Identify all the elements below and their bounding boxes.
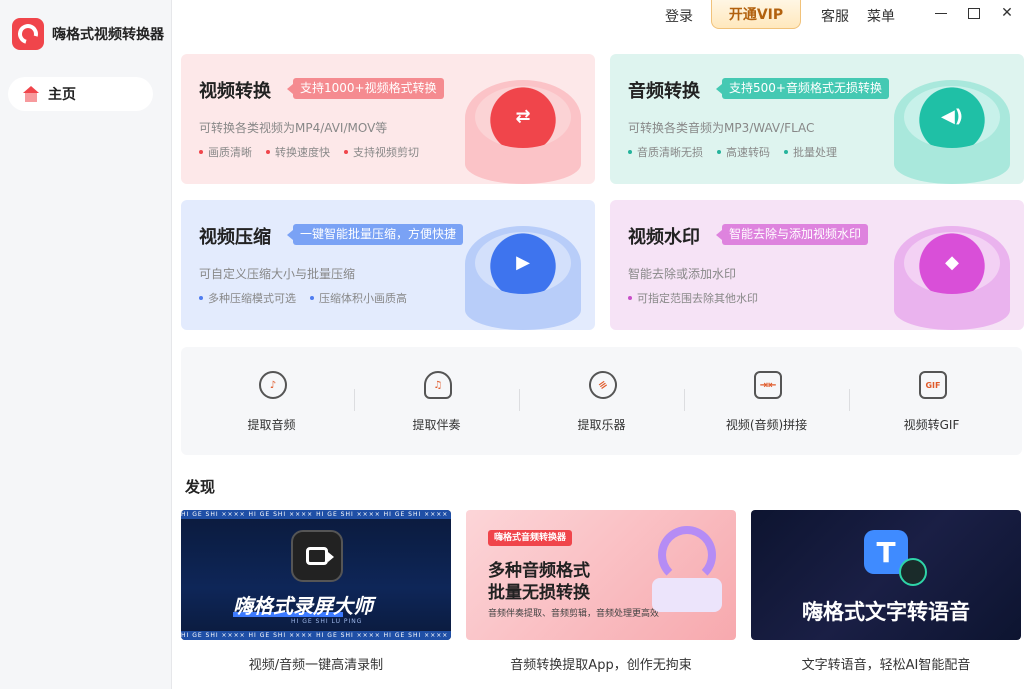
watermark-icon: ◆ xyxy=(894,226,1010,330)
tool-extract-audio[interactable]: ♪ 提取音频 xyxy=(189,347,354,455)
microphone-icon xyxy=(899,558,927,586)
promo-desc: 音频伴奏提取、音频剪辑，音频处理更高效 xyxy=(488,609,660,619)
card-desc: 智能去除或添加水印 xyxy=(628,267,737,281)
tool-label: 提取伴奏 xyxy=(412,418,461,432)
card-tag: 一键智能批量压缩，方便快捷 xyxy=(286,224,464,245)
merge-icon: ⇥⇤ xyxy=(754,371,782,399)
promo-strip: HI GE SHI ×××× HI GE SHI ×××× HI GE SHI … xyxy=(181,510,451,519)
card-tag: 支持500+音频格式无损转换 xyxy=(716,78,889,99)
tool-extract-instrument[interactable]: ≡ 提取乐器 xyxy=(519,347,684,455)
audio-convert-icon: ◀) xyxy=(894,80,1010,184)
video-convert-icon: ⇄ xyxy=(465,80,581,184)
tool-label: 提取乐器 xyxy=(577,418,626,432)
bullet-item: 音质清晰无损 xyxy=(628,144,703,160)
promo-screen-recorder[interactable]: HI GE SHI ×××× HI GE SHI ×××× HI GE SHI … xyxy=(181,510,451,640)
card-tag: 智能去除与添加视频水印 xyxy=(715,224,869,245)
bullet-item: 批量处理 xyxy=(784,144,837,160)
bullet-item: 转换速度快 xyxy=(266,144,330,160)
card-title: 视频转换 xyxy=(199,81,271,102)
minimize-icon[interactable] xyxy=(930,4,952,22)
card-video-convert[interactable]: 视频转换 支持1000+视频格式转换 可转换各类视频为MP4/AVI/MOV等 … xyxy=(181,54,595,184)
home-icon xyxy=(22,86,40,102)
tool-extract-accompaniment[interactable]: ♫ 提取伴奏 xyxy=(354,347,519,455)
card-title: 视频压缩 xyxy=(199,227,271,248)
card-bullets: 画质清晰 转换速度快 支持视频剪切 xyxy=(199,144,433,160)
video-compress-icon: ▶ xyxy=(465,226,581,330)
tool-video-to-gif[interactable]: GIF 视频转GIF xyxy=(849,347,1014,455)
vip-button[interactable]: 开通VIP xyxy=(711,0,801,29)
promo-caption: 文字转语音，轻松AI智能配音 xyxy=(801,658,971,673)
promo-audio-app[interactable]: 嗨格式音频转换器 多种音频格式 批量无损转换 音频伴奏提取、音频剪辑，音频处理更… xyxy=(466,510,736,640)
tools-panel: ♪ 提取音频 ♫ 提取伴奏 ≡ 提取乐器 ⇥⇤ 视频(音频)拼接 GIF 视频转… xyxy=(181,347,1022,455)
promo-headline: 嗨格式文字转语音 xyxy=(802,600,970,624)
bullet-item: 支持视频剪切 xyxy=(344,144,419,160)
tool-label: 视频转GIF xyxy=(903,418,960,432)
tool-label: 提取音频 xyxy=(247,418,296,432)
card-title: 视频水印 xyxy=(628,227,700,248)
menu-button[interactable]: 菜单 xyxy=(867,6,895,25)
bullet-item: 画质清晰 xyxy=(199,144,252,160)
card-bullets: 多种压缩模式可选 压缩体积小画质高 xyxy=(199,290,421,306)
card-video-watermark[interactable]: 视频水印 智能去除与添加视频水印 智能去除或添加水印 可指定范围去除其他水印 ◆ xyxy=(610,200,1024,330)
card-bullets: 可指定范围去除其他水印 xyxy=(628,290,772,306)
card-title: 音频转换 xyxy=(628,81,700,102)
promo-caption: 视频/音频一键高清录制 xyxy=(248,658,384,673)
card-bullets: 音质清晰无损 高速转码 批量处理 xyxy=(628,144,851,160)
bullet-item: 多种压缩模式可选 xyxy=(199,290,296,306)
tool-merge[interactable]: ⇥⇤ 视频(音频)拼接 xyxy=(684,347,849,455)
card-video-compress[interactable]: 视频压缩 一键智能批量压缩，方便快捷 可自定义压缩大小与批量压缩 多种压缩模式可… xyxy=(181,200,595,330)
bullet-item: 可指定范围去除其他水印 xyxy=(628,290,758,306)
app-logo-icon xyxy=(12,18,44,50)
promo-caption: 音频转换提取App，创作无拘束 xyxy=(510,658,692,673)
card-desc: 可自定义压缩大小与批量压缩 xyxy=(199,267,356,281)
bullet-item: 压缩体积小画质高 xyxy=(310,290,407,306)
card-desc: 可转换各类音频为MP3/WAV/FLAC xyxy=(628,121,815,135)
gif-icon: GIF xyxy=(919,371,947,399)
card-tag: 支持1000+视频格式转换 xyxy=(287,78,444,99)
close-icon[interactable]: ✕ xyxy=(996,4,1018,22)
promo-headline: 嗨格式录屏大师 xyxy=(233,594,373,618)
login-button[interactable]: 登录 xyxy=(665,6,693,25)
service-button[interactable]: 客服 xyxy=(821,6,849,25)
camera-icon xyxy=(291,530,343,582)
bullet-item: 高速转码 xyxy=(717,144,770,160)
headphones-icon xyxy=(652,526,722,616)
microphone-icon: ♪ xyxy=(259,371,287,399)
promo-text-to-speech[interactable]: T 嗨格式文字转语音 xyxy=(751,510,1021,640)
maximize-icon[interactable] xyxy=(963,4,985,22)
discover-title: 发现 xyxy=(185,478,216,496)
promo-headline-2: 批量无损转换 xyxy=(488,583,590,603)
sidebar-item-home[interactable]: 主页 xyxy=(8,77,153,111)
sidebar: 嗨格式视频转换器 主页 xyxy=(0,0,172,689)
card-audio-convert[interactable]: 音频转换 支持500+音频格式无损转换 可转换各类音频为MP3/WAV/FLAC… xyxy=(610,54,1024,184)
promo-strip: HI GE SHI ×××× HI GE SHI ×××× HI GE SHI … xyxy=(181,631,451,640)
guitar-icon: ≡ xyxy=(583,365,623,405)
accompaniment-icon: ♫ xyxy=(424,371,452,399)
promo-badge: 嗨格式音频转换器 xyxy=(488,530,573,546)
app-title: 嗨格式视频转换器 xyxy=(52,27,164,43)
card-desc: 可转换各类视频为MP4/AVI/MOV等 xyxy=(199,121,388,135)
sidebar-item-label: 主页 xyxy=(48,87,76,103)
tool-label: 视频(音频)拼接 xyxy=(725,418,808,432)
promo-sub: HI GE SHI LU PING xyxy=(291,618,363,625)
